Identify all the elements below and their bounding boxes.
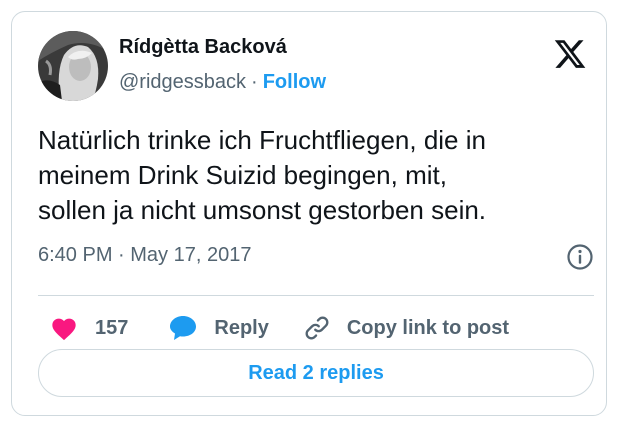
divider	[38, 295, 594, 296]
tweet-text: Natürlich trinke ich Fruchtfliegen, die …	[38, 123, 594, 228]
handle-separator: ·	[251, 71, 258, 93]
reply-button[interactable]: Reply	[168, 314, 269, 342]
tweet-timestamp[interactable]: 6:40 PM · May 17, 2017	[38, 244, 251, 267]
copy-link-label: Copy link to post	[346, 316, 510, 339]
read-replies-button[interactable]: Read 2 replies	[38, 349, 594, 397]
copy-link-button[interactable]: Copy link to post	[303, 314, 509, 342]
avatar[interactable]	[38, 31, 108, 101]
like-count: 157	[95, 316, 129, 339]
follow-button[interactable]: Follow	[263, 71, 326, 93]
like-button[interactable]: 157	[50, 315, 128, 341]
link-icon	[305, 316, 329, 340]
tweet-text-line: sollen ja nicht umsonst gestorben sein.	[38, 195, 487, 225]
reply-label: Reply	[214, 316, 269, 339]
read-replies-label: Read 2 replies	[248, 361, 384, 384]
action-bar: 157 Reply Copy link to post	[50, 311, 509, 345]
avatar-image	[38, 31, 108, 101]
author-line: @ridgessback · Follow	[119, 71, 326, 94]
x-logo-icon[interactable]	[553, 37, 587, 71]
heart-icon	[52, 318, 76, 341]
speech-bubble-icon	[170, 316, 197, 340]
tweet-text-line: Natürlich trinke ich Fruchtfliegen, die …	[38, 125, 486, 155]
author-name[interactable]: Rídgètta Backová	[119, 36, 287, 59]
author-handle[interactable]: @ridgessback	[119, 71, 246, 93]
info-icon[interactable]	[565, 242, 595, 272]
tweet-card: Rídgètta Backová @ridgessback · Follow Nat…	[11, 11, 607, 416]
tweet-text-line: meinem Drink Suizid begingen, mit,	[38, 160, 447, 190]
